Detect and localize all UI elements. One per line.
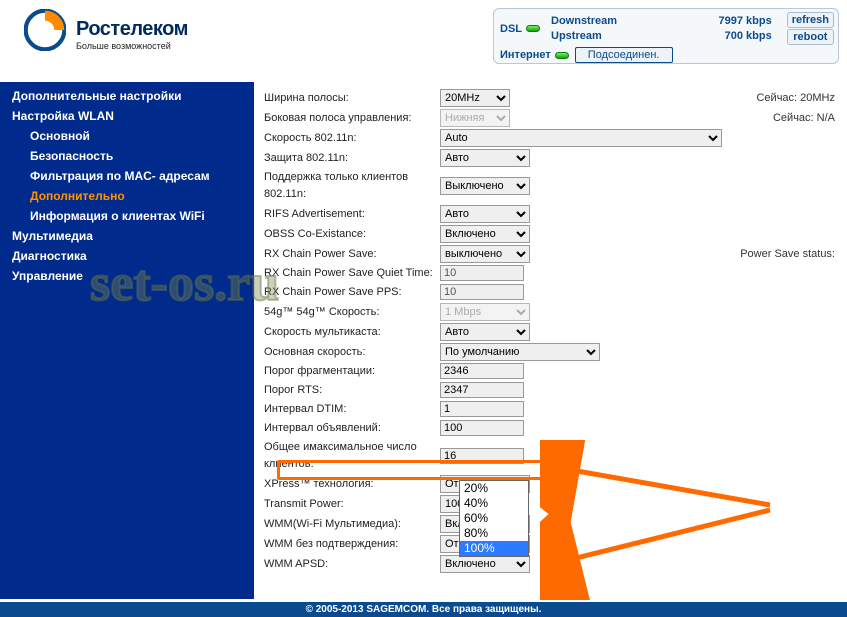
dsl-status: DSL (500, 23, 540, 35)
sidebar-item[interactable]: Мультимедиа (0, 226, 254, 246)
internet-led-icon (555, 52, 569, 59)
rates-table: Downstream 7997 kbps Upstream 700 kbps (546, 13, 777, 45)
only80211n-label: Поддержка только клиентов 802.11n: (262, 168, 438, 204)
rxchain-quiet-input (440, 265, 524, 281)
rate54g-select: 1 Mbps (440, 303, 530, 321)
dtim-label: Интервал DTIM: (262, 400, 438, 419)
footer-copyright: © 2005-2013 SAGEMCOM. Все права защищены… (0, 602, 847, 617)
wmm-apsd-select[interactable]: Включено (440, 555, 530, 573)
dsl-led-icon (526, 25, 540, 32)
internet-label: Интернет (500, 49, 551, 61)
status-panel: DSL Downstream 7997 kbps Upstream 700 kb… (493, 8, 839, 64)
obss-select[interactable]: Включено (440, 225, 530, 243)
brand-subtitle: Больше возможностей (76, 41, 188, 51)
upstream-value: 700 kbps (673, 30, 774, 43)
multicast-select[interactable]: Авто (440, 323, 530, 341)
wmm-noack-label: WMM без подтверждения: (262, 534, 438, 554)
dtim-input[interactable] (440, 401, 524, 417)
dsl-label: DSL (500, 23, 522, 35)
basicrate-label: Основная скорость: (262, 342, 438, 362)
txpower-option[interactable]: 100% (460, 541, 528, 556)
basicrate-select[interactable]: По умолчанию (440, 343, 600, 361)
reboot-button[interactable]: reboot (787, 29, 834, 45)
rate80211n-label: Скорость 802.11n: (262, 128, 438, 148)
brand-title: Ростелеком (76, 18, 188, 41)
rxchain-select[interactable]: выключено (440, 245, 530, 263)
rxchain-pps-input (440, 284, 524, 300)
bandwidth-select[interactable]: 20MHz (440, 89, 510, 107)
header: Ростелеком Больше возможностей DSL Downs… (0, 0, 847, 82)
brand-logo-icon (24, 9, 66, 51)
rxchain-quiet-label: RX Chain Power Save Quiet Time: (262, 264, 438, 283)
txpower-option[interactable]: 40% (460, 496, 528, 511)
wmm-apsd-label: WMM APSD: (262, 554, 438, 574)
txpower-option[interactable]: 60% (460, 511, 528, 526)
bandwidth-note: Сейчас: 20MHz (632, 88, 840, 108)
rts-label: Порог RTS: (262, 381, 438, 400)
refresh-button[interactable]: refresh (787, 12, 834, 28)
sidebar-item[interactable]: Основной (0, 126, 254, 146)
sidebar-item[interactable]: Настройка WLAN (0, 106, 254, 126)
upstream-label: Upstream (548, 30, 671, 43)
settings-form: Ширина полосы: 20MHz Сейчас: 20MHz Боков… (262, 88, 839, 574)
multicast-label: Скорость мультикаста: (262, 322, 438, 342)
rate54g-label: 54g™ 54g™ Скорость: (262, 302, 438, 322)
sidebar-nav: Дополнительные настройкиНастройка WLANОс… (0, 82, 254, 599)
internet-status: Интернет (500, 49, 569, 61)
beacon-label: Интервал объявлений: (262, 419, 438, 438)
sideband-label: Боковая полоса управления: (262, 108, 438, 128)
rate80211n-select[interactable]: Auto (440, 129, 722, 147)
beacon-input[interactable] (440, 420, 524, 436)
sidebar-item[interactable]: Дополнительные настройки (0, 86, 254, 106)
only80211n-select[interactable]: Выключено (440, 177, 530, 195)
obss-label: OBSS Co-Existance: (262, 224, 438, 244)
txpower-label: Transmit Power: (262, 494, 438, 514)
wmm-label: WMM(Wi-Fi Мультимедиа): (262, 514, 438, 534)
txpower-option[interactable]: 80% (460, 526, 528, 541)
rts-input[interactable] (440, 382, 524, 398)
frag-input[interactable] (440, 363, 524, 379)
rifs-label: RIFS Advertisement: (262, 204, 438, 224)
downstream-label: Downstream (548, 15, 671, 28)
txpower-dropdown-open[interactable]: 20%40%60%80%100% (459, 480, 529, 557)
rifs-select[interactable]: Авто (440, 205, 530, 223)
xpress-label: XPress™ технология: (262, 474, 438, 494)
frag-label: Порог фрагментации: (262, 362, 438, 381)
main-content: Ширина полосы: 20MHz Сейчас: 20MHz Боков… (254, 82, 847, 599)
rxchain-label: RX Chain Power Save: (262, 244, 438, 264)
protect80211n-label: Защита 802.11n: (262, 148, 438, 168)
bandwidth-label: Ширина полосы: (262, 88, 438, 108)
connection-status: Подсоединен. (575, 47, 673, 63)
rxchain-pps-label: RX Chain Power Save PPS: (262, 283, 438, 302)
sideband-note: Сейчас: N/A (632, 108, 840, 128)
downstream-value: 7997 kbps (673, 15, 774, 28)
txpower-option[interactable]: 20% (460, 481, 528, 496)
sidebar-item[interactable]: Дополнительно (0, 186, 254, 206)
maxclients-label: Общее имаксимальное число клиентов: (262, 438, 438, 474)
sidebar-item[interactable]: Диагностика (0, 246, 254, 266)
maxclients-input[interactable] (440, 448, 524, 464)
rxchain-note: Power Save status: (632, 244, 840, 264)
sidebar-item[interactable]: Информация о клиентах WiFi (0, 206, 254, 226)
protect80211n-select[interactable]: Авто (440, 149, 530, 167)
sidebar-item[interactable]: Безопасность (0, 146, 254, 166)
sideband-select: Нижняя (440, 109, 510, 127)
sidebar-item[interactable]: Управление (0, 266, 254, 286)
logo-block: Ростелеком Больше возможностей (24, 8, 188, 51)
sidebar-item[interactable]: Фильтрация по MAC- адресам (0, 166, 254, 186)
